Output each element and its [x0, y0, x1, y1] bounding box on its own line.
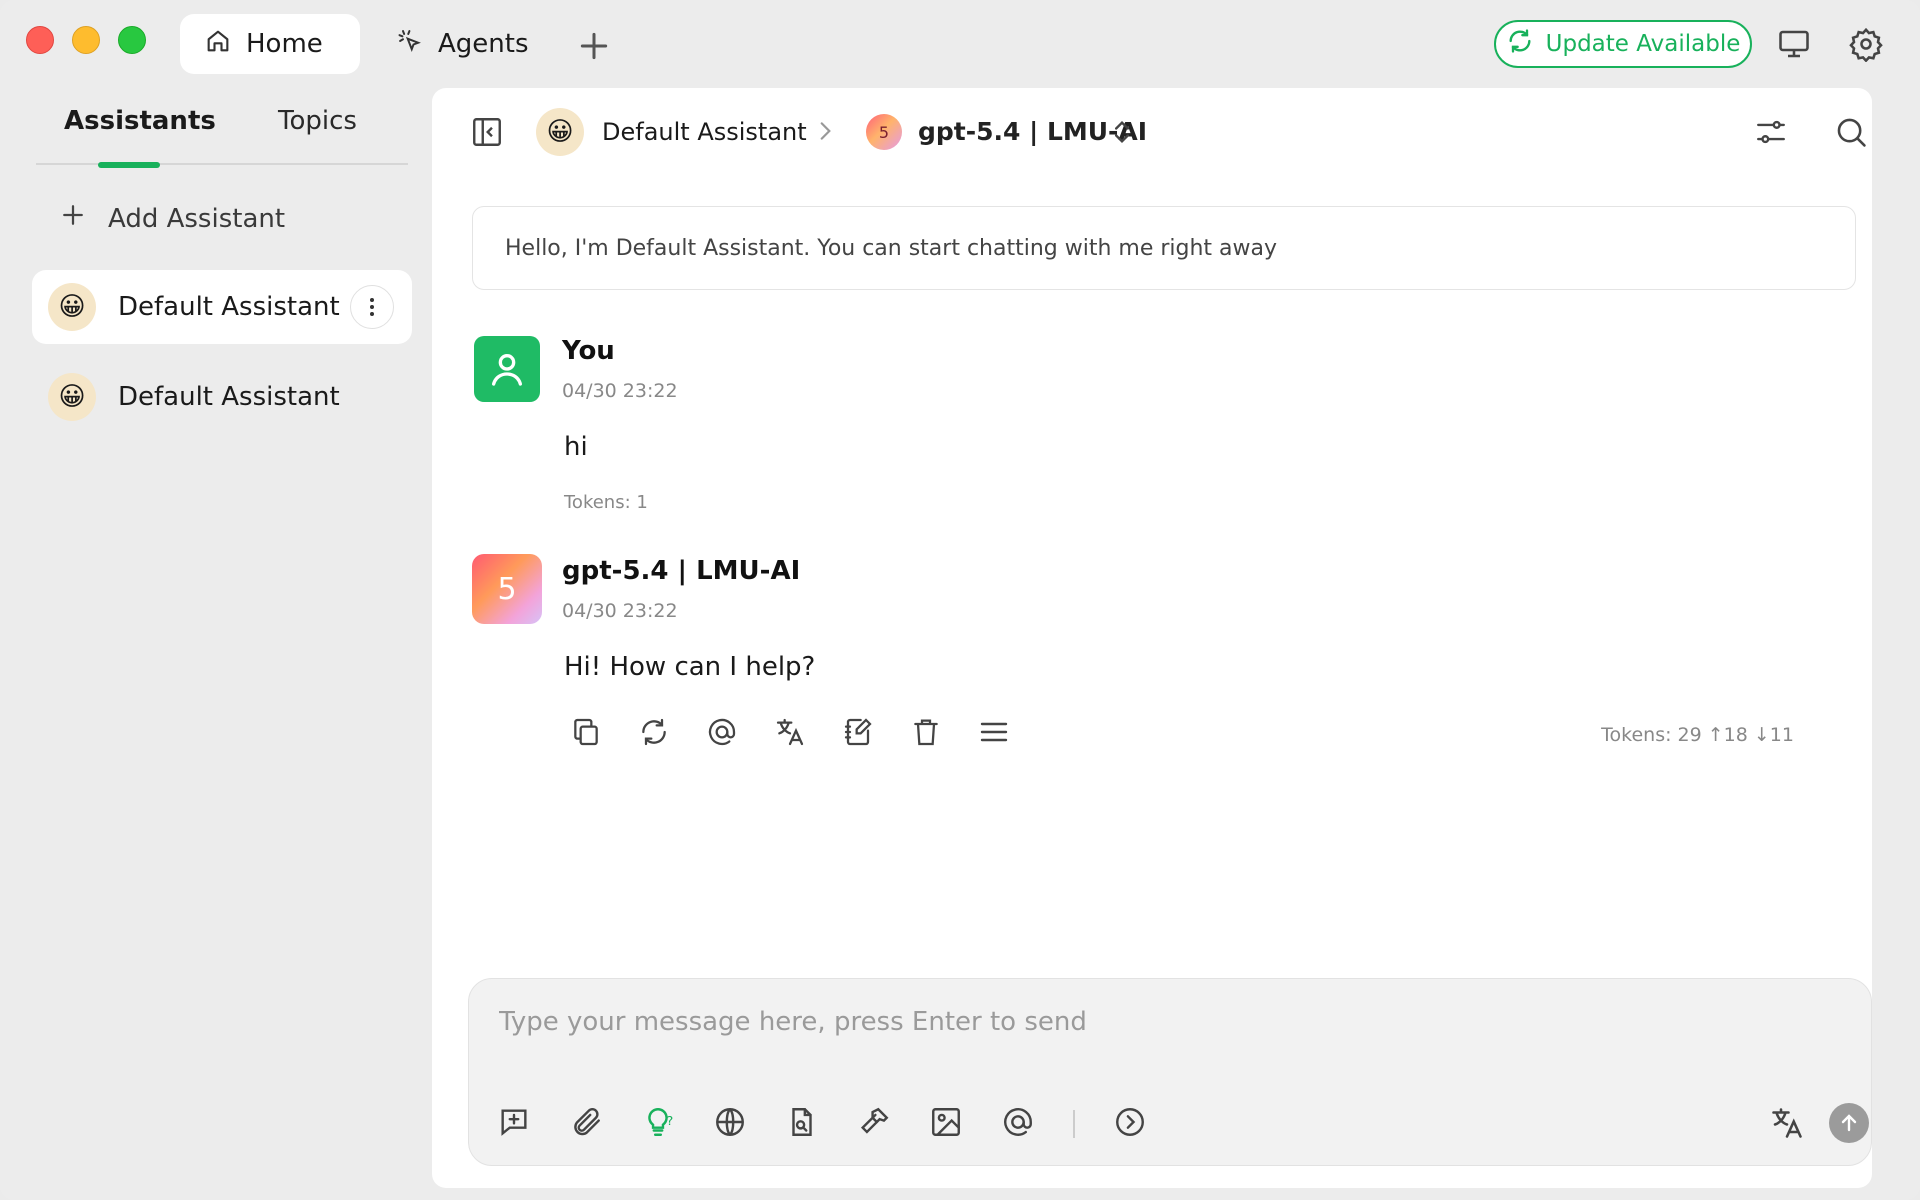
gear-icon[interactable] [1848, 26, 1884, 63]
translate-icon[interactable] [774, 716, 806, 752]
add-assistant-button[interactable]: Add Assistant [58, 200, 285, 237]
tab-home-label: Home [246, 29, 323, 59]
globe-icon[interactable] [713, 1105, 747, 1143]
model-avatar: 5 [472, 554, 542, 624]
toolbar-divider [1073, 1110, 1075, 1138]
lightbulb-icon[interactable]: ? [641, 1105, 675, 1143]
assistant-avatar: 😀 [48, 283, 96, 331]
message-time: 04/30 23:22 [562, 380, 678, 402]
home-icon [204, 27, 232, 62]
message-composer: ? [468, 978, 1872, 1166]
chevron-right-icon [812, 118, 838, 144]
mention-icon[interactable] [1001, 1105, 1035, 1143]
sidebar-toggle-icon[interactable] [470, 115, 504, 149]
tab-divider [36, 163, 408, 165]
translate-icon[interactable] [1769, 1105, 1805, 1141]
message-tokens: Tokens: 1 [564, 492, 648, 513]
monitor-icon[interactable] [1776, 26, 1812, 62]
window-minimize-button[interactable] [72, 26, 100, 54]
assistant-more-button[interactable] [350, 285, 394, 329]
composer-toolbar: ? [497, 1105, 1147, 1143]
edit-notes-icon[interactable] [842, 716, 874, 752]
search-icon[interactable] [1834, 115, 1868, 149]
window-maximize-button[interactable] [118, 26, 146, 54]
sliders-icon[interactable] [1754, 115, 1788, 149]
welcome-message: Hello, I'm Default Assistant. You can st… [472, 206, 1856, 290]
svg-text:?: ? [667, 1114, 674, 1129]
user-icon [492, 354, 522, 386]
regenerate-icon[interactable] [638, 716, 670, 752]
tab-home[interactable]: Home [180, 14, 360, 74]
model-avatar: 5 [866, 114, 902, 150]
refresh-icon [1506, 27, 1534, 61]
app-window: Home Agents Update Available Assistants … [0, 0, 1920, 1200]
assistant-item[interactable]: 😀 Default Assistant [32, 360, 412, 434]
update-available-button[interactable]: Update Available [1494, 20, 1752, 68]
assistant-item[interactable]: 😀 Default Assistant [32, 270, 412, 344]
send-button[interactable] [1829, 1103, 1869, 1143]
breadcrumb-assistant[interactable]: Default Assistant [602, 118, 807, 146]
trash-icon[interactable] [910, 716, 942, 752]
tab-agents[interactable]: Agents [372, 14, 553, 74]
image-icon[interactable] [929, 1105, 963, 1143]
message-text: hi [564, 432, 588, 462]
file-search-icon[interactable] [785, 1105, 819, 1143]
assistant-item-label: Default Assistant [118, 382, 340, 412]
message-author: You [562, 336, 615, 366]
tab-assistants[interactable]: Assistants [64, 106, 216, 136]
assistant-avatar: 😀 [536, 108, 584, 156]
plus-icon [580, 32, 608, 60]
assistant-avatar: 😀 [48, 373, 96, 421]
menu-icon[interactable] [978, 716, 1010, 752]
message-input[interactable] [499, 1007, 1799, 1037]
sidebar: Assistants Topics Add Assistant 😀 Defaul… [0, 88, 432, 1200]
message-tokens: Tokens: 29 ↑18 ↓11 [1601, 724, 1794, 746]
update-available-label: Update Available [1545, 31, 1741, 57]
assistant-item-label: Default Assistant [118, 292, 340, 322]
arrow-up-icon [1841, 1114, 1857, 1132]
message-author: gpt-5.4 | LMU-AI [562, 556, 801, 586]
paperclip-icon[interactable] [569, 1105, 603, 1143]
add-assistant-label: Add Assistant [108, 203, 286, 234]
active-tab-indicator [98, 162, 160, 168]
hammer-icon[interactable] [857, 1105, 891, 1143]
tab-agents-label: Agents [438, 29, 529, 59]
user-avatar [474, 336, 540, 402]
message-time: 04/30 23:22 [562, 600, 678, 622]
new-topic-icon[interactable] [497, 1105, 531, 1143]
plus-icon [58, 200, 88, 237]
chevron-up-down-icon[interactable] [1108, 116, 1136, 148]
new-tab-button[interactable] [574, 26, 614, 66]
mention-icon[interactable] [706, 716, 738, 752]
tab-topics[interactable]: Topics [278, 106, 357, 136]
chat-panel: 😀 Default Assistant 5 gpt-5.4 | LMU-AI H… [432, 88, 1872, 1188]
title-bar: Home Agents Update Available [0, 0, 1920, 88]
cursor-click-icon [396, 27, 424, 62]
copy-icon[interactable] [570, 716, 602, 752]
window-close-button[interactable] [26, 26, 54, 54]
message-actions [570, 716, 1010, 752]
chevron-right-circle-icon[interactable] [1113, 1105, 1147, 1143]
message-text: Hi! How can I help? [564, 652, 816, 682]
more-vertical-icon [370, 298, 374, 316]
